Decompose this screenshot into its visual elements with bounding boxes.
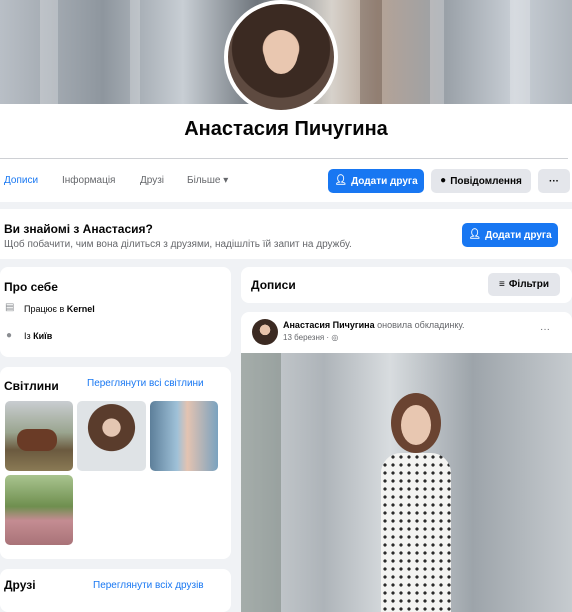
work-place[interactable]: Kernel [67,304,95,314]
prompt-add-friend-label: Додати друга [485,229,552,241]
photo-thumbnail[interactable] [5,475,73,545]
location-pin-icon: ● [6,330,13,341]
prompt-add-friend-button[interactable]: 👤︎ Додати друга [462,223,558,247]
filters-button[interactable]: ≡ Фільтри [488,273,560,296]
posts-title: Дописи [251,278,296,292]
image-shadow [241,353,281,612]
image-dress [381,453,451,612]
header-divider [0,158,568,159]
post-image[interactable] [241,353,572,612]
post-meta: 13 березня · ◎ [283,333,338,342]
post-action: оновила обкладинку. [374,320,465,330]
profile-nav: Дописи Інформація Друзі Більше ▾ 👤︎ Дода… [0,160,572,202]
messenger-icon: ● [440,175,447,186]
message-label: Повідомлення [450,175,522,187]
about-city: Із Київ [24,331,52,341]
prompt-title: Ви знайомі з Анастасия? [4,222,153,236]
city-prefix: Із [24,331,34,341]
prompt-subtitle: Щоб побачити, чим вона ділиться з друзям… [4,239,352,250]
profile-name: Анастасия Пичугина [184,118,388,140]
add-friend-button[interactable]: 👤︎ Додати друга [328,169,424,193]
tab-posts[interactable]: Дописи [4,175,38,186]
about-title: Про себе [4,280,58,294]
avatar-face [264,30,298,74]
post-author-avatar[interactable] [252,319,278,345]
tab-friends[interactable]: Друзі [140,175,164,186]
see-all-friends-link[interactable]: Переглянути всіх друзів [93,580,204,591]
post-more-button[interactable]: ··· [540,324,550,335]
more-options-button[interactable]: ··· [538,169,570,193]
tab-more[interactable]: Більше ▾ [187,175,228,186]
post-date[interactable]: 13 березня · [283,333,331,342]
more-options-label: ··· [549,175,559,187]
friends-title: Друзі [4,578,36,592]
message-button[interactable]: ● Повідомлення [431,169,531,193]
friend-request-prompt: Ви знайомі з Анастасия? Щоб побачити, чи… [0,209,572,259]
work-prefix: Працює в [24,304,67,314]
image-face [401,405,431,445]
photo-thumbnail[interactable] [5,401,73,471]
person-plus-icon: 👤︎ [468,229,482,240]
person-plus-icon: 👤︎ [334,175,348,186]
city-name[interactable]: Київ [33,331,52,341]
filters-label: Фільтри [508,279,549,290]
photo-thumbnail[interactable] [150,401,218,471]
photos-title: Світлини [4,379,59,393]
add-friend-label: Додати друга [351,175,418,187]
sliders-icon: ≡ [499,278,505,290]
globe-icon: ◎ [331,333,339,342]
post-header: Анастасия Пичугина оновила обкладинку. [283,320,465,330]
about-work: Працює в Kernel [24,304,95,314]
briefcase-icon: ▤ [5,302,15,313]
profile-avatar[interactable] [224,0,338,114]
tab-about[interactable]: Інформація [62,175,115,186]
photo-thumbnail[interactable] [77,401,146,471]
horse-shape [17,429,57,451]
see-all-photos-link[interactable]: Переглянути всі світлини [87,378,204,389]
post-author-name[interactable]: Анастасия Пичугина [283,320,375,330]
